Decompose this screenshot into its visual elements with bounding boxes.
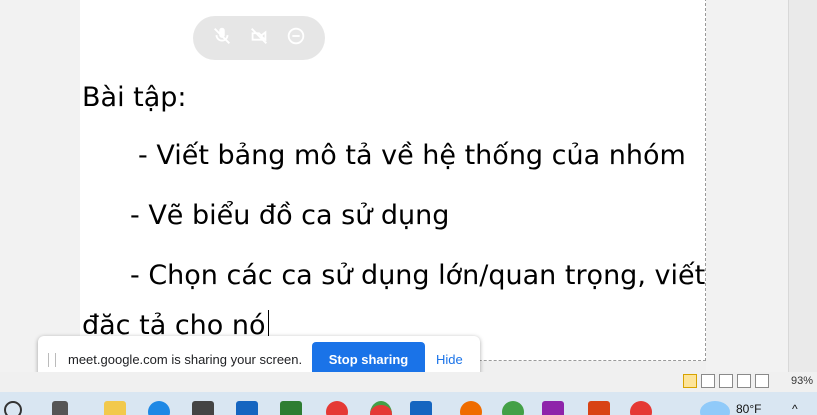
file-explorer-icon[interactable] — [104, 401, 126, 415]
search-icon[interactable] — [4, 401, 22, 415]
app-orange-icon[interactable] — [460, 401, 482, 415]
mic-off-icon[interactable] — [211, 25, 233, 51]
outline-view-icon[interactable] — [737, 374, 751, 388]
weather-icon — [700, 401, 730, 415]
app-red-icon[interactable] — [326, 401, 348, 415]
full-screen-reading-view-icon[interactable] — [701, 374, 715, 388]
hide-link[interactable]: Hide — [436, 352, 463, 367]
status-bar: 93% — [0, 372, 817, 392]
edge-icon[interactable] — [148, 401, 170, 415]
view-mode-buttons — [683, 374, 769, 388]
print-layout-view-icon[interactable] — [683, 374, 697, 388]
drag-handle-icon[interactable] — [48, 352, 56, 367]
vertical-scrollbar[interactable] — [788, 0, 817, 372]
doc-line-1: - Viết bảng mô tả về hệ thống của nhóm — [138, 140, 686, 171]
meet-floating-controls — [193, 16, 325, 60]
draft-view-icon[interactable] — [755, 374, 769, 388]
chrome-icon[interactable] — [370, 401, 392, 415]
task-view-icon[interactable] — [52, 401, 68, 415]
doc-line-heading: Bài tập: — [82, 82, 187, 113]
share-message: meet.google.com is sharing your screen. — [68, 352, 303, 367]
chevron-up-icon[interactable]: ^ — [792, 402, 798, 415]
store-icon[interactable] — [192, 401, 214, 415]
taskbar: 80°F ^ — [0, 392, 817, 415]
powerpoint-icon[interactable] — [588, 401, 610, 415]
web-layout-view-icon[interactable] — [719, 374, 733, 388]
word-icon[interactable] — [410, 401, 432, 415]
document-canvas-left — [0, 0, 80, 372]
winrar-icon[interactable] — [542, 401, 564, 415]
weather-temperature: 80°F — [736, 402, 762, 415]
mail-icon[interactable] — [236, 401, 258, 415]
chrome-icon-2[interactable] — [630, 401, 652, 415]
doc-line-3: - Chọn các ca sử dụng lớn/quan trọng, vi… — [130, 260, 706, 291]
app-green-icon[interactable] — [502, 401, 524, 415]
camera-off-icon[interactable] — [248, 25, 270, 51]
minimize-icon[interactable] — [285, 25, 307, 51]
excel-icon[interactable] — [280, 401, 302, 415]
doc-line-2: - Vẽ biểu đồ ca sử dụng — [130, 200, 450, 231]
document-page[interactable] — [80, 0, 706, 361]
zoom-level[interactable]: 93% — [791, 375, 813, 387]
